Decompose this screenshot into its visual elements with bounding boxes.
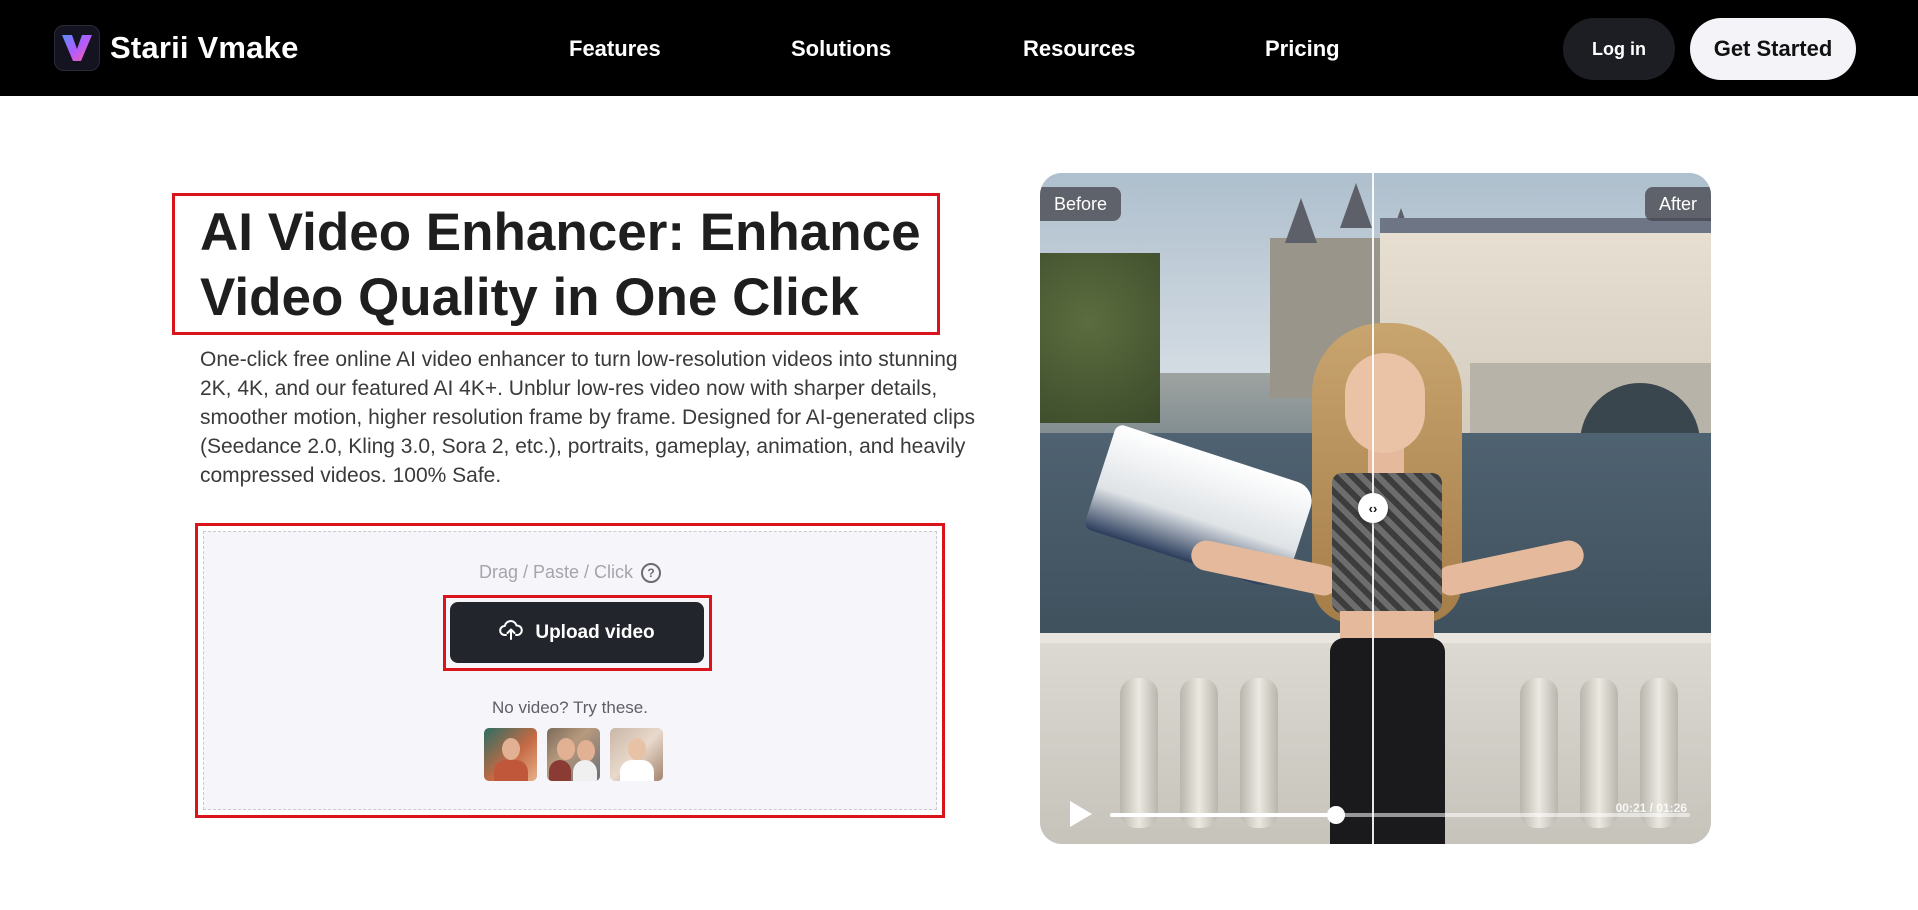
sample-video-thumbnail-3[interactable] — [610, 728, 663, 781]
drag-hint-text: Drag / Paste / Click — [478, 562, 634, 582]
after-label: After — [1644, 187, 1711, 221]
login-button[interactable]: Log in — [1563, 18, 1675, 80]
title-line-2: Video Quality in One Click — [200, 268, 859, 327]
page-title: AI Video Enhancer: Enhance Video Quality… — [200, 200, 940, 330]
video-progress-bar[interactable] — [1110, 806, 1690, 824]
upload-video-label: Upload video — [535, 621, 655, 643]
compare-slider-handle-icon[interactable]: ‹› — [1358, 493, 1388, 523]
get-started-button[interactable]: Get Started — [1690, 18, 1856, 80]
upload-video-button[interactable]: Upload video — [450, 602, 704, 663]
hero-description: One-click free online AI video enhancer … — [200, 348, 976, 487]
sample-videos — [484, 728, 663, 781]
video-progress-fill — [1110, 813, 1337, 817]
before-after-video[interactable]: ‹› Before After 00:21 / 01:26 — [1040, 173, 1711, 844]
try-samples-text: No video? Try these. — [492, 698, 648, 717]
video-controls: 00:21 / 01:26 — [1040, 783, 1711, 844]
cloud-upload-icon — [499, 619, 524, 647]
nav-pricing[interactable]: Pricing — [1265, 36, 1340, 62]
sample-video-thumbnail-1[interactable] — [484, 728, 537, 781]
before-label: Before — [1040, 187, 1122, 221]
title-line-1: AI Video Enhancer: Enhance — [200, 203, 921, 262]
video-timestamp: 00:21 / 01:26 — [1615, 801, 1687, 815]
help-icon[interactable]: ? — [641, 562, 662, 583]
sample-video-thumbnail-2[interactable] — [547, 728, 600, 781]
nav-features[interactable]: Features — [569, 36, 661, 62]
drag-hint: Drag / Paste / Click ? — [204, 562, 936, 583]
video-progress-knob[interactable] — [1327, 806, 1346, 824]
nav-solutions[interactable]: Solutions — [791, 36, 891, 62]
nav-resources[interactable]: Resources — [1023, 36, 1136, 62]
top-nav: Starii Vmake Features Solutions Resource… — [0, 0, 1918, 96]
play-icon[interactable] — [1070, 801, 1092, 827]
